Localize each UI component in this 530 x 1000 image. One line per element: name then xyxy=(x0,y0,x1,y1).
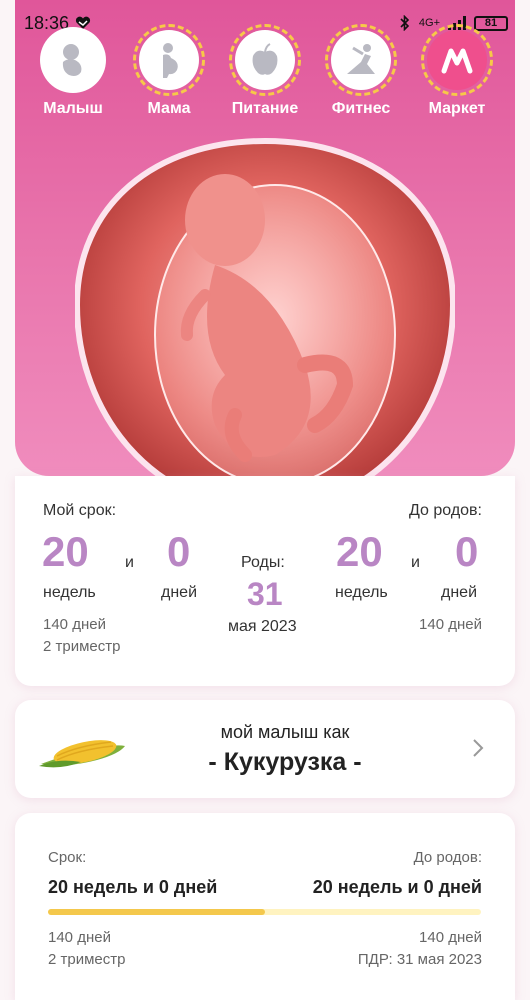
progress-card: Срок: До родов: 20 недель и 0 дней 20 не… xyxy=(15,813,515,1000)
battery-level: 81 xyxy=(484,16,498,29)
total-days-left: 140 дней xyxy=(43,616,106,633)
baby-fruit-name: - Кукурузка - xyxy=(208,748,362,776)
my-term-label: Мой срок: xyxy=(43,502,117,519)
nav-item-market[interactable]: Маркет xyxy=(414,24,500,118)
birth-label: Роды: xyxy=(241,554,285,571)
progress-term-label: Срок: xyxy=(48,849,87,866)
progress-until-label: До родов: xyxy=(413,849,482,866)
yoga-icon xyxy=(325,24,397,96)
bluetooth-icon xyxy=(400,15,410,31)
apple-icon xyxy=(229,24,301,96)
remaining-weeks-value: 20 xyxy=(336,528,383,575)
progress-days-left: 140 дней xyxy=(48,929,111,946)
remaining-weeks-unit: недель xyxy=(335,584,388,601)
progress-days-right: 140 дней xyxy=(419,929,482,946)
baby-caption: мой малыш как xyxy=(220,722,350,742)
top-nav: Малыш Мама Питание Фитнес Маркет xyxy=(30,24,500,118)
term-card: Мой срок: До родов: 20 и 0 недель дней Р… xyxy=(15,476,515,686)
remaining-days-unit: дней xyxy=(441,584,478,601)
trimester: 2 триместр xyxy=(43,638,121,655)
nav-label-mom: Мама xyxy=(147,100,191,117)
progress-until-value: 20 недель и 0 дней xyxy=(312,877,482,897)
nav-label-baby: Малыш xyxy=(43,100,103,117)
pregnancy-progress-fill xyxy=(48,909,265,915)
signal-icon xyxy=(448,16,466,30)
battery-icon: 81 xyxy=(474,15,508,31)
term-and: и xyxy=(125,554,134,571)
until-birth-label: До родов: xyxy=(409,502,482,519)
term-days-value: 0 xyxy=(167,528,191,575)
pregnant-mother-icon xyxy=(133,24,205,96)
baby-size-card[interactable]: мой малыш как - Кукурузка - xyxy=(15,700,515,798)
term-days-unit: дней xyxy=(161,584,198,601)
term-weeks-value: 20 xyxy=(42,528,89,575)
progress-term-value: 20 недель и 0 дней xyxy=(48,877,218,897)
market-logo-icon xyxy=(421,24,493,96)
nav-label-nutrition: Питание xyxy=(231,100,299,117)
due-date: ПДР: 31 мая 2023 xyxy=(357,951,482,968)
nav-item-mom[interactable]: Мама xyxy=(126,24,212,118)
chevron-right-icon xyxy=(473,739,484,757)
fetus-illustration xyxy=(73,135,457,515)
birth-month-year: мая 2023 xyxy=(228,618,297,635)
nav-label-fitness: Фитнес xyxy=(331,100,391,117)
nav-item-baby[interactable]: Малыш xyxy=(30,30,116,118)
nav-item-nutrition[interactable]: Питание xyxy=(222,24,308,118)
birth-day: 31 xyxy=(247,576,283,612)
progress-trimester: 2 триместр xyxy=(48,951,126,968)
nav-label-market: Маркет xyxy=(428,100,486,117)
baby-icon xyxy=(43,30,103,90)
total-days-right: 140 дней xyxy=(419,616,482,633)
remaining-and: и xyxy=(411,554,420,571)
pregnancy-progress-bar xyxy=(48,909,481,915)
term-weeks-unit: недель xyxy=(43,584,96,601)
network-type: 4G+ xyxy=(418,17,440,29)
remaining-days-value: 0 xyxy=(455,528,479,575)
heart-icon xyxy=(75,16,91,29)
nav-item-fitness[interactable]: Фитнес xyxy=(318,24,404,118)
